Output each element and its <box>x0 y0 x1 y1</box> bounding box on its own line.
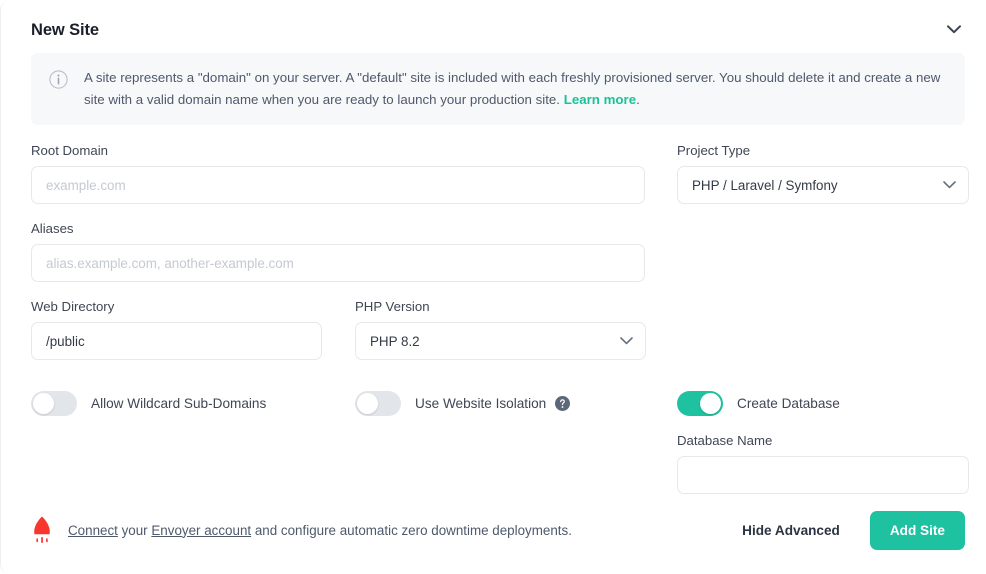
envoyer-account-link[interactable]: Envoyer account <box>151 523 251 538</box>
aliases-label: Aliases <box>31 221 74 236</box>
chevron-down-icon <box>943 181 956 189</box>
web-directory-label: Web Directory <box>31 299 115 314</box>
root-domain-label: Root Domain <box>31 143 108 158</box>
field-group-database-name: Database Name <box>677 433 969 494</box>
info-banner-text-after: . <box>636 92 640 107</box>
wildcard-subdomains-toggle[interactable] <box>31 391 77 416</box>
collapse-toggle-button[interactable] <box>943 19 965 41</box>
connect-link[interactable]: Connect <box>68 523 118 538</box>
learn-more-link[interactable]: Learn more <box>564 92 636 107</box>
website-isolation-toggle[interactable] <box>355 391 401 416</box>
web-directory-input[interactable] <box>31 322 322 360</box>
toggle-row-create-database: Create Database <box>677 391 840 416</box>
php-version-select[interactable]: PHP 8.2 <box>355 322 646 360</box>
toggle-knob <box>33 393 54 414</box>
toggle-row-website-isolation: Use Website Isolation <box>355 391 571 416</box>
create-database-label: Create Database <box>737 396 840 411</box>
rocket-icon <box>31 515 53 545</box>
info-banner-text: A site represents a "domain" on your ser… <box>84 67 949 111</box>
php-version-label: PHP Version <box>355 299 430 314</box>
database-name-label: Database Name <box>677 433 773 448</box>
card-footer: Connect your Envoyer account and configu… <box>31 505 965 555</box>
footer-text: Connect your Envoyer account and configu… <box>68 523 572 538</box>
database-name-input[interactable] <box>677 456 969 494</box>
info-banner-text-before: A site represents a "domain" on your ser… <box>84 70 941 107</box>
footer-actions: Hide Advanced Add Site <box>742 510 965 550</box>
php-version-selected-value: PHP 8.2 <box>370 333 420 349</box>
field-group-php-version: PHP Version PHP 8.2 <box>355 299 646 360</box>
project-type-selected-value: PHP / Laravel / Symfony <box>692 177 838 193</box>
wildcard-subdomains-label: Allow Wildcard Sub-Domains <box>91 396 267 411</box>
chevron-down-icon <box>947 21 961 39</box>
add-site-button[interactable]: Add Site <box>869 510 965 550</box>
field-group-aliases: Aliases <box>31 221 645 282</box>
create-database-toggle[interactable] <box>677 391 723 416</box>
footer-text-end: and configure automatic zero downtime de… <box>251 522 572 538</box>
new-site-card: New Site A site represents a "domain" on… <box>0 0 986 574</box>
aliases-input[interactable] <box>31 244 645 282</box>
website-isolation-label: Use Website Isolation <box>415 396 547 411</box>
info-banner: A site represents a "domain" on your ser… <box>31 53 965 125</box>
field-group-root-domain: Root Domain <box>31 143 645 204</box>
toggle-knob <box>700 393 721 414</box>
card-header: New Site <box>31 17 965 43</box>
chevron-down-icon <box>620 337 633 345</box>
field-group-web-directory: Web Directory <box>31 299 322 360</box>
project-type-label: Project Type <box>677 143 751 158</box>
toggle-row-wildcard-subdomains: Allow Wildcard Sub-Domains <box>31 391 266 416</box>
info-circle-icon <box>49 70 68 111</box>
page-title: New Site <box>31 20 99 39</box>
field-group-project-type: Project Type PHP / Laravel / Symfony <box>677 143 969 204</box>
toggle-knob <box>357 393 378 414</box>
footer-text-mid: your <box>117 522 152 538</box>
question-circle-icon[interactable] <box>555 396 571 411</box>
root-domain-input[interactable] <box>31 166 645 204</box>
hide-advanced-button[interactable]: Hide Advanced <box>742 523 840 538</box>
footer-note: Connect your Envoyer account and configu… <box>31 515 572 545</box>
project-type-select[interactable]: PHP / Laravel / Symfony <box>677 166 969 204</box>
card-left-edge <box>0 0 10 574</box>
